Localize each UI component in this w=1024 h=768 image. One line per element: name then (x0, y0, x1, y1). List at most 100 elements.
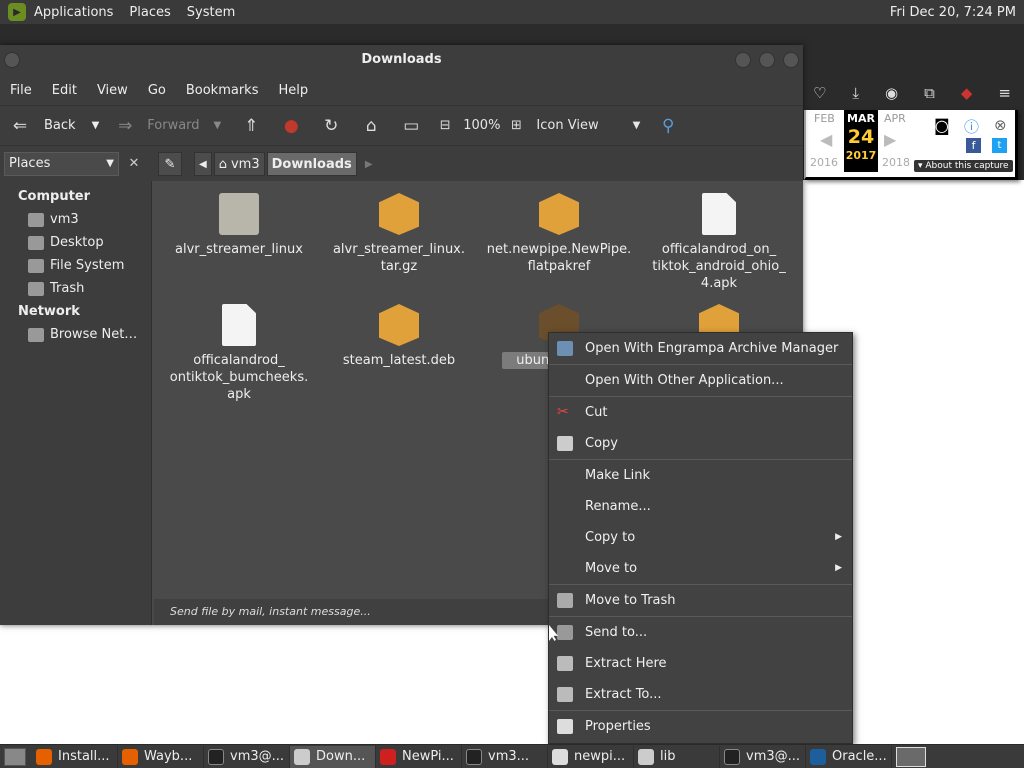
hamburger-menu-icon[interactable]: ≡ (998, 84, 1011, 102)
help-icon[interactable]: ⓘ (964, 116, 979, 137)
task-terminal-1[interactable]: vm3@... (204, 745, 290, 768)
applications-menu[interactable]: Applications (26, 0, 121, 25)
search-icon[interactable]: ⚲ (658, 116, 678, 136)
menu-edit[interactable]: Edit (42, 83, 87, 98)
maximize-icon[interactable] (759, 52, 775, 68)
next-year[interactable]: 2018 (882, 156, 910, 169)
next-arrow-icon[interactable]: ▶ (884, 130, 896, 149)
task-virtualbox[interactable]: Oracle... (806, 745, 892, 768)
file-item[interactable]: alvr_streamer_linux (164, 193, 314, 258)
close-sidebar-icon[interactable]: ✕ (122, 152, 146, 176)
facebook-icon[interactable]: f (966, 138, 981, 153)
menu-item-extract-to[interactable]: Extract To... (549, 679, 852, 710)
sidebar-item-label: Trash (50, 281, 85, 296)
menu-item-move-to-trash[interactable]: Move to Trash (549, 585, 852, 616)
stop-icon[interactable]: ● (281, 116, 301, 136)
task-terminal-3[interactable]: vm3@... (720, 745, 806, 768)
file-item[interactable]: net.newpipe.NewPipe. flatpakref (484, 193, 634, 275)
close-icon[interactable]: ⊗ (994, 116, 1007, 134)
back-history-dropdown-icon[interactable]: ▼ (92, 120, 100, 131)
window-title: Downloads (361, 52, 442, 67)
sidebar-item-desktop[interactable]: Desktop (0, 231, 151, 254)
breadcrumb-downloads[interactable]: Downloads (266, 152, 357, 176)
task-text-editor[interactable]: newpi... (548, 745, 634, 768)
menu-bookmarks[interactable]: Bookmarks (176, 83, 269, 98)
prev-year[interactable]: 2016 (810, 156, 838, 169)
pocket-icon[interactable]: ♡ (813, 84, 826, 102)
file-name: alvr_streamer_linux. tar.gz (332, 242, 466, 274)
show-desktop-icon[interactable] (4, 747, 26, 766)
window-titlebar[interactable]: Downloads (0, 45, 803, 75)
current-capture[interactable]: MAR 24 2017 (844, 110, 878, 172)
zoom-out-icon[interactable]: ⊟ (435, 116, 455, 136)
file-item[interactable]: officalandrod_on_ tiktok_android_ohio_ 4… (644, 193, 794, 292)
user-icon[interactable]: ◙ (934, 116, 950, 135)
desktop-icon (28, 235, 44, 250)
menu-item-cut[interactable]: ✂ Cut (549, 397, 852, 428)
menu-item-open-with-engrampa[interactable]: Open With Engrampa Archive Manager (549, 333, 852, 364)
home-icon[interactable]: ⌂ (361, 116, 381, 136)
next-month[interactable]: APR (884, 112, 906, 125)
reload-icon[interactable]: ↻ (321, 116, 341, 136)
menu-item-copy-to[interactable]: Copy to ▶ (549, 522, 852, 553)
sidebar-item-trash[interactable]: Trash (0, 277, 151, 300)
breadcrumb-vm3[interactable]: ⌂ vm3 (213, 152, 265, 176)
task-terminal-2[interactable]: vm3... (462, 745, 548, 768)
task-newpipe[interactable]: NewPi... (376, 745, 462, 768)
menu-item-label: Extract Here (585, 656, 667, 671)
menu-item-copy[interactable]: Copy (549, 428, 852, 459)
computer-icon[interactable]: ▭ (401, 116, 421, 136)
view-mode-select[interactable]: Icon View (536, 118, 598, 133)
menu-file[interactable]: File (0, 83, 42, 98)
task-downloads[interactable]: Down... (290, 745, 376, 768)
menu-item-make-link[interactable]: Make Link (549, 460, 852, 491)
forward-button[interactable]: ⇒ Forward ▼ (115, 116, 221, 136)
edit-location-icon[interactable]: ✎ (158, 152, 182, 176)
clock[interactable]: Fri Dec 20, 7:24 PM (890, 0, 1016, 25)
menu-item-send-to[interactable]: Send to... (549, 617, 852, 648)
menu-item-properties[interactable]: Properties (549, 711, 852, 742)
menu-item-rename[interactable]: Rename... (549, 491, 852, 522)
about-capture-button[interactable]: ▾ About this capture (914, 160, 1013, 172)
menu-item-extract-here[interactable]: Extract Here (549, 648, 852, 679)
places-combo[interactable]: Places ▼ (4, 152, 119, 176)
zoom-level[interactable]: 100% (463, 118, 500, 133)
breadcrumb-left-icon[interactable]: ◀ (194, 152, 212, 176)
places-menu[interactable]: Places (121, 0, 178, 25)
breadcrumb-right-icon[interactable]: ▶ (365, 159, 373, 170)
menu-help[interactable]: Help (268, 83, 318, 98)
workspace-switcher[interactable] (896, 746, 926, 767)
window-close-icon[interactable] (783, 52, 799, 68)
mate-logo-icon[interactable]: ▶ (8, 3, 26, 21)
account-icon[interactable]: ◉ (885, 84, 898, 102)
prev-month[interactable]: FEB (814, 112, 835, 125)
prev-arrow-icon[interactable]: ◀ (820, 130, 832, 149)
minimize-icon[interactable] (735, 52, 751, 68)
task-firefox-wayback[interactable]: Wayb... (118, 745, 204, 768)
download-icon[interactable]: ⤓ (852, 84, 859, 102)
view-mode-dropdown-icon[interactable]: ▼ (633, 120, 641, 131)
sidebar-item-browse-network[interactable]: Browse Net… (0, 323, 151, 346)
task-lib[interactable]: lib (634, 745, 720, 768)
menu-view[interactable]: View (87, 83, 138, 98)
menu-item-move-to[interactable]: Move to ▶ (549, 553, 852, 584)
file-item[interactable]: officalandrod_ ontiktok_bumcheeks. apk (164, 304, 314, 403)
menu-item-label: Move to (585, 561, 638, 576)
up-icon[interactable]: ⇑ (241, 116, 261, 136)
file-item[interactable]: alvr_streamer_linux. tar.gz (324, 193, 474, 275)
window-menu-icon[interactable] (4, 52, 20, 68)
forward-history-dropdown-icon[interactable]: ▼ (214, 120, 222, 131)
menu-item-label: Move to Trash (585, 593, 676, 608)
task-firefox-install[interactable]: Install... (32, 745, 118, 768)
menu-go[interactable]: Go (138, 83, 176, 98)
sidebar-item-filesystem[interactable]: File System (0, 254, 151, 277)
system-menu[interactable]: System (179, 0, 243, 25)
zoom-in-icon[interactable]: ⊞ (506, 116, 526, 136)
sidebar-item-vm3[interactable]: vm3 (0, 208, 151, 231)
menu-item-open-with-other[interactable]: Open With Other Application... (549, 365, 852, 396)
ublock-icon[interactable]: ◆ (961, 84, 973, 102)
extensions-icon[interactable]: ⧉ (924, 84, 935, 102)
file-item[interactable]: steam_latest.deb (324, 304, 474, 369)
back-button[interactable]: ⇐ Back ▼ (10, 116, 99, 136)
twitter-icon[interactable]: t (992, 138, 1007, 153)
